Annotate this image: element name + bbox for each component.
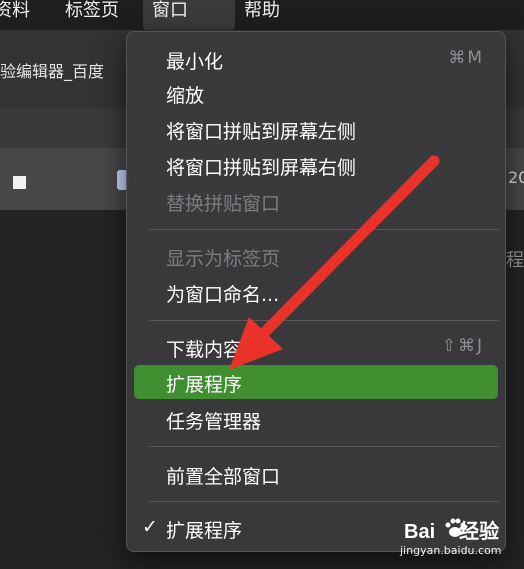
menu-item-downloads[interactable]: 下载内容 ⇧⌘J	[134, 330, 498, 364]
watermark-url: jingyan.baidu.com	[400, 544, 502, 557]
menu-separator	[149, 501, 499, 502]
checkbox-icon[interactable]	[13, 176, 26, 189]
menu-item-label: 缩放	[166, 85, 205, 107]
menu-separator	[149, 446, 499, 447]
menu-item-label: 扩展程序	[166, 374, 243, 396]
menu-item-extensions[interactable]: 扩展程序	[134, 365, 498, 399]
partial-text-right: 20	[508, 168, 524, 187]
window-menu: 最小化 ⌘M 缩放 将窗口拼贴到屏幕左侧 将窗口拼贴到屏幕右侧 替换拼贴窗口 显…	[126, 31, 506, 552]
tab-title[interactable]: 验编辑器_百度	[0, 58, 104, 82]
checkmark-icon: ✓	[142, 516, 158, 538]
baidu-watermark: Bai 经验 jingyan.baidu.com	[400, 515, 520, 565]
menu-item-label: 下载内容	[166, 339, 243, 361]
menu-data[interactable]: 资料	[0, 0, 30, 30]
menu-item-tile-left[interactable]: 将窗口拼贴到屏幕左侧	[134, 112, 498, 146]
menu-window-label: 窗口	[152, 0, 188, 21]
menu-help[interactable]: 帮助	[244, 0, 280, 30]
menu-item-replace-tile: 替换拼贴窗口	[134, 184, 498, 218]
menu-item-zoom[interactable]: 缩放	[134, 76, 498, 110]
shortcut-label: ⇧⌘J	[441, 336, 484, 356]
menu-bar: 资料 标签页 窗口 帮助	[0, 0, 524, 30]
menu-tabs[interactable]: 标签页	[65, 0, 119, 30]
menu-item-label: 显示为标签页	[166, 248, 281, 270]
menu-item-label: 最小化	[166, 51, 224, 73]
watermark-bai: Bai	[404, 521, 436, 543]
menu-item-minimize[interactable]: 最小化 ⌘M	[134, 42, 498, 76]
menu-item-show-as-tab: 显示为标签页	[134, 239, 498, 273]
menu-item-task-manager[interactable]: 任务管理器	[134, 402, 498, 436]
shortcut-label: ⌘M	[448, 48, 484, 68]
menu-item-tile-right[interactable]: 将窗口拼贴到屏幕右侧	[134, 148, 498, 182]
menu-item-bring-all-front[interactable]: 前置全部窗口	[134, 457, 498, 491]
menu-item-label: 将窗口拼贴到屏幕右侧	[166, 157, 357, 179]
menu-item-label: 前置全部窗口	[166, 466, 281, 488]
menu-item-label: 扩展程序	[166, 520, 243, 542]
menu-item-label: 为窗口命名...	[166, 284, 280, 306]
menu-item-label: 任务管理器	[166, 411, 262, 433]
menu-separator	[149, 320, 499, 321]
menu-item-label: 替换拼贴窗口	[166, 193, 281, 215]
paw-icon	[445, 518, 466, 537]
menu-item-name-window[interactable]: 为窗口命名...	[134, 275, 498, 309]
menu-item-label: 将窗口拼贴到屏幕左侧	[166, 121, 357, 143]
partial-text-right-2: 程	[506, 250, 524, 271]
menu-window[interactable]: 窗口	[143, 0, 235, 30]
menu-separator	[149, 229, 499, 230]
